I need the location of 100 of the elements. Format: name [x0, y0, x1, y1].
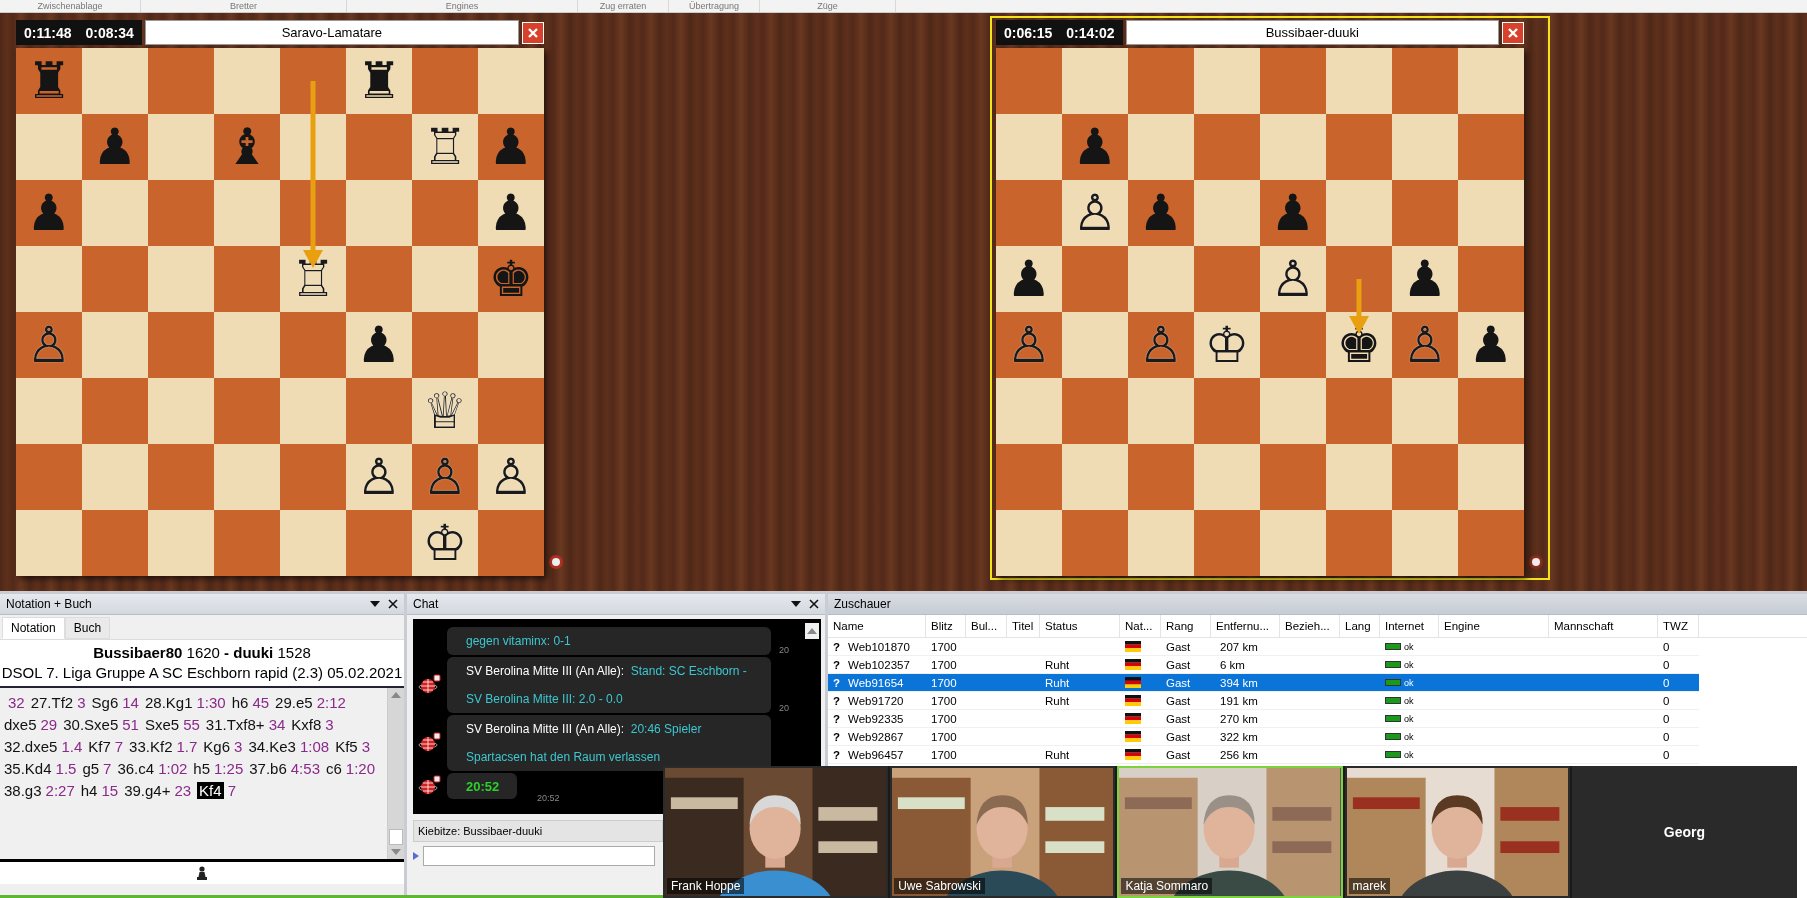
- move-text[interactable]: Kf4: [197, 782, 224, 799]
- chess-piece[interactable]: ♙: [1402, 318, 1448, 372]
- move-text[interactable]: 31.Txf8+: [205, 716, 265, 733]
- move-text[interactable]: c6: [326, 760, 342, 777]
- move-text[interactable]: 34.Ke3: [248, 738, 296, 755]
- column-header[interactable]: Rang: [1161, 615, 1211, 637]
- column-header[interactable]: TWZ: [1658, 615, 1699, 637]
- chess-piece[interactable]: ♟: [1072, 120, 1118, 174]
- chess-piece[interactable]: ♚: [488, 252, 534, 306]
- move-text[interactable]: 33.Kf2: [129, 738, 173, 755]
- video-tile[interactable]: Katja Sommaro: [1117, 766, 1343, 898]
- move-text[interactable]: 28.Kg1: [144, 694, 193, 711]
- close-button[interactable]: [1502, 21, 1524, 44]
- move-text[interactable]: 27.Tf2: [30, 694, 74, 711]
- chess-piece[interactable]: ♕: [422, 384, 468, 438]
- table-row[interactable]: ? Web91720 1700 Ruht Gast 191 km ok 0: [828, 692, 1699, 710]
- table-row[interactable]: ? Web101870 1700 Gast 207 km ok 0: [828, 638, 1699, 656]
- chess-piece[interactable]: ♖: [422, 120, 468, 174]
- move-text[interactable]: Sg6: [91, 694, 119, 711]
- move-text[interactable]: 38.g3: [4, 782, 42, 799]
- chat-input[interactable]: [423, 846, 655, 866]
- move-text[interactable]: dxe5: [4, 716, 37, 733]
- move-text[interactable]: h6: [231, 694, 249, 711]
- move-text[interactable]: 30.Sxe5: [63, 716, 119, 733]
- chess-piece[interactable]: ♔: [422, 516, 468, 570]
- table-row[interactable]: ? Web91654 1700 Ruht Gast 394 km ok 0: [828, 674, 1699, 692]
- video-tile[interactable]: Georg: [1571, 766, 1797, 898]
- column-header[interactable]: Bul...: [966, 615, 1007, 637]
- column-header[interactable]: Status: [1040, 615, 1120, 637]
- chess-piece[interactable]: ♟: [1006, 252, 1052, 306]
- chess-piece[interactable]: ♟: [1402, 252, 1448, 306]
- column-header[interactable]: Engine: [1439, 615, 1549, 637]
- chess-piece[interactable]: ♚: [1336, 318, 1382, 372]
- knob-icon[interactable]: [548, 554, 564, 570]
- chess-piece[interactable]: ♟: [488, 186, 534, 240]
- column-header[interactable]: Titel: [1007, 615, 1040, 637]
- move-text[interactable]: 29.e5: [275, 694, 313, 711]
- table-row[interactable]: ? Web92335 1700 Gast 270 km ok 0: [828, 710, 1699, 728]
- close-icon[interactable]: [809, 599, 819, 609]
- move-text[interactable]: 35.Kd4: [4, 760, 52, 777]
- chess-piece[interactable]: ♟: [26, 186, 72, 240]
- close-button[interactable]: [522, 21, 544, 44]
- close-icon[interactable]: [388, 599, 398, 609]
- chess-piece[interactable]: ♙: [422, 450, 468, 504]
- chess-piece[interactable]: ♟: [1468, 318, 1514, 372]
- move-text[interactable]: h4: [80, 782, 98, 799]
- chess-piece[interactable]: ♖: [290, 252, 336, 306]
- move-text[interactable]: 36.c4: [117, 760, 155, 777]
- chess-piece[interactable]: ♔: [1204, 318, 1250, 372]
- scrollbar[interactable]: [387, 688, 404, 859]
- column-header[interactable]: Name: [828, 615, 926, 637]
- dropdown-icon[interactable]: [791, 600, 801, 608]
- chess-piece[interactable]: ♙: [26, 318, 72, 372]
- chess-piece[interactable]: ♟: [92, 120, 138, 174]
- chess-piece[interactable]: ♝: [224, 120, 270, 174]
- video-tile[interactable]: Uwe Sabrowski: [890, 766, 1116, 898]
- table-row[interactable]: ? Web92867 1700 Gast 322 km ok 0: [828, 728, 1699, 746]
- move-text[interactable]: h5: [193, 760, 211, 777]
- chess-piece[interactable]: ♙: [1072, 186, 1118, 240]
- chess-piece[interactable]: ♟: [488, 120, 534, 174]
- column-header[interactable]: Nat...: [1120, 615, 1161, 637]
- video-tile[interactable]: marek: [1344, 766, 1570, 898]
- column-header[interactable]: Mannschaft: [1549, 615, 1658, 637]
- column-header[interactable]: Lang: [1340, 615, 1380, 637]
- column-header[interactable]: Blitz: [926, 615, 966, 637]
- move-text[interactable]: Kxf8: [291, 716, 322, 733]
- chess-piece[interactable]: ♟: [1270, 186, 1316, 240]
- move-text[interactable]: Sxe5: [144, 716, 180, 733]
- panel-tab[interactable]: Notation: [2, 617, 65, 639]
- pawn-icon[interactable]: [196, 866, 208, 880]
- move-text[interactable]: Kf5: [335, 738, 358, 755]
- move-text[interactable]: 39.g4+: [124, 782, 171, 799]
- scroll-up-button[interactable]: [805, 623, 819, 639]
- board-panel[interactable]: 0:06:15 0:14:02 Bussibaer-duuki ♟ ♙ ♟ ♟ ♟ ♙ ♟ ♙ ♙ ♔ ♚ ♙ ♟: [990, 16, 1550, 580]
- move-text[interactable]: 32.dxe5: [4, 738, 58, 755]
- scrollbar-thumb[interactable]: [389, 829, 403, 845]
- column-header[interactable]: Entfernu...: [1211, 615, 1280, 637]
- chess-piece[interactable]: ♟: [1138, 186, 1184, 240]
- knob-icon[interactable]: [1528, 554, 1544, 570]
- chess-board[interactable]: ♟ ♙ ♟ ♟ ♟ ♙ ♟ ♙ ♙ ♔ ♚ ♙ ♟: [996, 48, 1524, 576]
- chess-piece[interactable]: ♙: [356, 450, 402, 504]
- column-header[interactable]: Bezieh...: [1280, 615, 1340, 637]
- move-text[interactable]: g5: [82, 760, 100, 777]
- chess-piece[interactable]: ♜: [26, 54, 72, 108]
- move-text[interactable]: Kg6: [203, 738, 231, 755]
- board-panel[interactable]: 0:11:48 0:08:34 Saravo-Lamatare ♜ ♜ ♟ ♝ ♖ ♟ ♟ ♟ ♖ ♚ ♙ ♟ ♕ ♙ ♙ ♙ ♔: [10, 16, 570, 580]
- chess-piece[interactable]: ♙: [1138, 318, 1184, 372]
- table-row[interactable]: ? Web96457 1700 Ruht Gast 256 km ok 0: [828, 746, 1699, 764]
- move-text[interactable]: Kf7: [88, 738, 111, 755]
- chess-piece[interactable]: ♜: [356, 54, 402, 108]
- move-text[interactable]: 37.b6: [249, 760, 287, 777]
- chess-piece[interactable]: ♙: [488, 450, 534, 504]
- panel-tab[interactable]: Buch: [64, 617, 111, 639]
- chess-piece[interactable]: ♟: [356, 318, 402, 372]
- dropdown-icon[interactable]: [370, 600, 380, 608]
- column-header[interactable]: Internet: [1380, 615, 1439, 637]
- chess-piece[interactable]: ♙: [1270, 252, 1316, 306]
- chess-board[interactable]: ♜ ♜ ♟ ♝ ♖ ♟ ♟ ♟ ♖ ♚ ♙ ♟ ♕ ♙ ♙ ♙ ♔: [16, 48, 544, 576]
- video-tile[interactable]: Frank Hoppe: [663, 766, 889, 898]
- chess-piece[interactable]: ♙: [1006, 318, 1052, 372]
